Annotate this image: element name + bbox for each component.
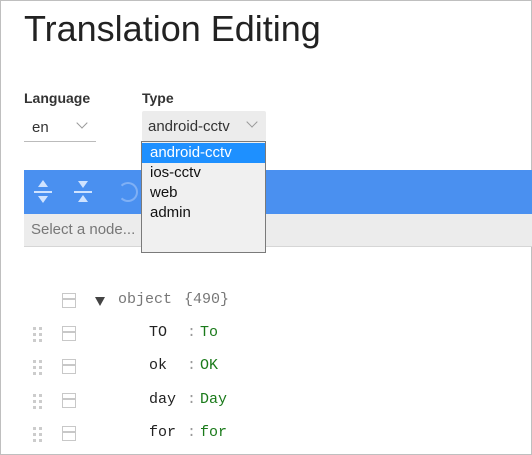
expand-all-icon[interactable] bbox=[32, 180, 54, 204]
root-count: {490} bbox=[184, 291, 230, 308]
language-select[interactable]: en bbox=[24, 113, 96, 142]
separator: : bbox=[187, 391, 197, 408]
search-placeholder: Select a node... bbox=[31, 221, 136, 238]
type-value: android-cctv bbox=[148, 118, 230, 135]
field-value[interactable]: OK bbox=[200, 357, 218, 374]
drag-handle-icon[interactable] bbox=[33, 427, 45, 443]
language-label: Language bbox=[24, 90, 91, 106]
field-key[interactable]: ok bbox=[149, 357, 167, 374]
field-value[interactable]: To bbox=[200, 324, 218, 341]
root-type-label: object bbox=[118, 291, 173, 308]
type-option-android-cctv[interactable]: android-cctv bbox=[142, 143, 265, 163]
editor-toolbar bbox=[24, 170, 532, 214]
type-select[interactable]: android-cctv bbox=[142, 111, 266, 141]
tree-root-row: object {490} bbox=[0, 290, 532, 312]
field-key[interactable]: day bbox=[149, 391, 176, 408]
page-title: Translation Editing bbox=[24, 8, 321, 49]
node-menu-icon[interactable] bbox=[62, 393, 76, 408]
separator: : bbox=[187, 357, 197, 374]
node-menu-icon[interactable] bbox=[62, 293, 76, 308]
type-option-admin[interactable]: admin bbox=[142, 203, 265, 223]
tree-row: ok : OK bbox=[0, 356, 532, 378]
node-search[interactable]: Select a node... bbox=[24, 214, 532, 247]
field-value[interactable]: for bbox=[200, 424, 227, 441]
drag-handle-icon[interactable] bbox=[33, 394, 45, 410]
node-menu-icon[interactable] bbox=[62, 426, 76, 441]
type-label: Type bbox=[142, 90, 174, 106]
expand-toggle-icon[interactable] bbox=[95, 297, 105, 306]
collapse-all-icon[interactable] bbox=[72, 180, 94, 204]
tree-row: for : for bbox=[0, 423, 532, 445]
separator: : bbox=[187, 324, 197, 341]
node-menu-icon[interactable] bbox=[62, 359, 76, 374]
type-dropdown-list: android-cctv ios-cctv web admin bbox=[141, 141, 266, 253]
tree-row: day : Day bbox=[0, 390, 532, 412]
field-key[interactable]: for bbox=[149, 424, 176, 441]
separator: : bbox=[187, 424, 197, 441]
chevron-down-icon bbox=[246, 116, 258, 128]
drag-handle-icon[interactable] bbox=[33, 360, 45, 376]
node-menu-icon[interactable] bbox=[62, 326, 76, 341]
field-key[interactable]: TO bbox=[149, 324, 167, 341]
type-option-ios-cctv[interactable]: ios-cctv bbox=[142, 163, 265, 183]
drag-handle-icon[interactable] bbox=[33, 327, 45, 343]
tree-row: TO : To bbox=[0, 323, 532, 345]
field-value[interactable]: Day bbox=[200, 391, 227, 408]
chevron-down-icon bbox=[76, 117, 88, 129]
undo-icon[interactable] bbox=[118, 182, 138, 202]
language-value: en bbox=[32, 119, 49, 136]
type-option-web[interactable]: web bbox=[142, 183, 265, 203]
